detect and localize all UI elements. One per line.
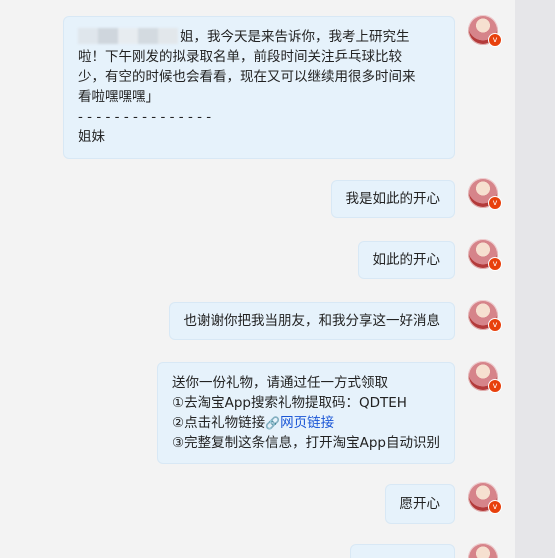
message-text: 如此的开心: [372, 252, 441, 268]
message-line: 少，有空的时候也会看看，现在又可以继续用很多时间来: [78, 69, 416, 85]
avatar[interactable]: v: [468, 178, 502, 210]
redacted-name: [78, 28, 178, 44]
avatar[interactable]: v: [468, 300, 502, 332]
gift-line: ①去淘宝App搜索礼物提取码：QDTEH: [172, 395, 407, 411]
avatar[interactable]: v: [468, 15, 502, 47]
message-text: 我是如此的开心: [345, 191, 441, 207]
message-bubble-partial[interactable]: [350, 544, 455, 558]
message-bubble[interactable]: 愿开心: [384, 484, 455, 524]
message-bubble[interactable]: 也谢谢你把我当朋友，和我分享这一好消息: [168, 302, 455, 340]
gift-link[interactable]: 网页链接: [280, 415, 334, 431]
separator-line: - - - - - - - - - - - - - - -: [78, 109, 212, 125]
message-line: 看啦嘿嘿嘿」: [78, 89, 159, 105]
gift-line: ②点击礼物链接🔗网页链接: [172, 415, 335, 431]
avatar[interactable]: v: [468, 361, 502, 393]
verified-badge-icon: v: [488, 196, 502, 210]
gift-line: ③完整复制这条信息，打开淘宝App自动识别: [172, 435, 440, 451]
verified-badge-icon: v: [488, 379, 502, 393]
message-line: 啦！下午刚发的拟录取名单，前段时间关注乒乓球比较: [78, 49, 402, 65]
avatar[interactable]: v: [468, 482, 502, 514]
verified-badge-icon: v: [488, 257, 502, 271]
message-bubble[interactable]: 我是如此的开心: [330, 180, 455, 218]
message-text: 也谢谢你把我当朋友，和我分享这一好消息: [183, 313, 441, 329]
avatar[interactable]: v: [468, 239, 502, 271]
message-bubble[interactable]: 如此的开心: [357, 241, 455, 279]
verified-badge-icon: v: [488, 33, 502, 47]
verified-badge-icon: v: [488, 318, 502, 332]
message-text: 愿开心: [399, 496, 441, 512]
message-line: 姐妹: [78, 129, 105, 145]
link-icon: 🔗: [265, 416, 281, 430]
gift-message-bubble[interactable]: 送你一份礼物，请通过任一方式领取 ①去淘宝App搜索礼物提取码：QDTEH ②点…: [157, 362, 455, 464]
chat-area: 姐，我今天是来告诉你，我考上研究生 啦！下午刚发的拟录取名单，前段时间关注乒乓球…: [0, 0, 515, 558]
avatar[interactable]: [468, 543, 498, 558]
gift-line: 送你一份礼物，请通过任一方式领取: [172, 375, 389, 391]
message-bubble[interactable]: 姐，我今天是来告诉你，我考上研究生 啦！下午刚发的拟录取名单，前段时间关注乒乓球…: [63, 16, 455, 159]
verified-badge-icon: v: [488, 500, 502, 514]
side-panel: [515, 0, 555, 558]
message-line: 姐，我今天是来告诉你，我考上研究生: [78, 27, 440, 47]
